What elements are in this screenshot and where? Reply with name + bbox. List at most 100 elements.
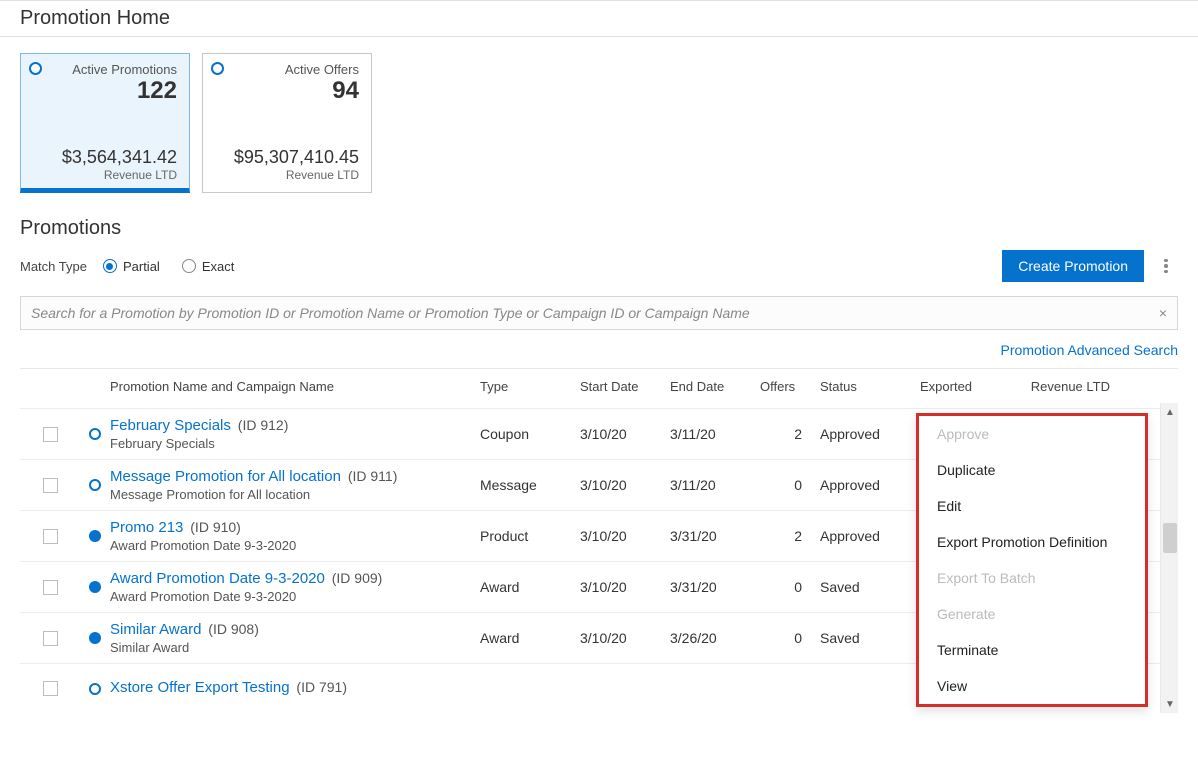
radio-label: Partial <box>123 259 160 274</box>
promotion-id: (ID 910) <box>186 519 240 535</box>
promotion-name-link[interactable]: Promo 213 <box>110 519 183 536</box>
create-promotion-button[interactable]: Create Promotion <box>1002 250 1144 282</box>
card-count: 94 <box>215 77 359 105</box>
col-revenue: Revenue LTD <box>1010 379 1110 394</box>
content-area: Active Promotions122$3,564,341.42Revenue… <box>0 37 1198 729</box>
campaign-name: Award Promotion Date 9-3-2020 <box>110 538 470 553</box>
menu-item-edit[interactable]: Edit <box>919 488 1145 524</box>
cell-offers: 2 <box>760 528 820 544</box>
promotion-name-link[interactable]: Similar Award <box>110 621 201 638</box>
cell-offers: 0 <box>760 579 820 595</box>
summary-card[interactable]: Active Offers94$95,307,410.45Revenue LTD <box>202 53 372 193</box>
status-bullet-icon <box>89 581 101 593</box>
search-placeholder: Search for a Promotion by Promotion ID o… <box>31 305 750 321</box>
status-bullet-icon <box>89 683 101 695</box>
cell-type: Award <box>480 579 580 595</box>
status-bullet-icon <box>89 530 101 542</box>
cell-start-date: 3/10/20 <box>580 579 670 595</box>
promotion-id: (ID 912) <box>234 417 288 433</box>
radio-icon <box>182 259 196 273</box>
vertical-scrollbar[interactable]: ▲ ▼ <box>1160 403 1178 713</box>
row-checkbox[interactable] <box>43 478 58 493</box>
page-actions-menu-icon[interactable] <box>1154 254 1178 278</box>
promotion-id: (ID 791) <box>293 679 347 695</box>
col-exported: Exported <box>920 379 1010 394</box>
promotion-name-link[interactable]: Message Promotion for All location <box>110 468 341 485</box>
promotion-id: (ID 909) <box>328 570 382 586</box>
promotion-name-link[interactable]: Xstore Offer Export Testing <box>110 679 290 696</box>
table-header: Promotion Name and Campaign Name Type St… <box>20 369 1178 408</box>
cell-status: Approved <box>820 528 920 544</box>
cell-start-date: 3/10/20 <box>580 477 670 493</box>
match-type-group: Match Type Partial Exact <box>20 259 234 274</box>
status-bullet-icon <box>89 479 101 491</box>
scroll-thumb[interactable] <box>1163 523 1177 553</box>
cell-offers: 0 <box>760 630 820 646</box>
cell-type: Award <box>480 630 580 646</box>
cell-offers: 2 <box>760 426 820 442</box>
section-title: Promotions <box>20 217 1178 240</box>
col-end: End Date <box>670 379 760 394</box>
cell-status: Approved <box>820 477 920 493</box>
col-type: Type <box>480 379 580 394</box>
scroll-down-icon[interactable]: ▼ <box>1161 695 1179 713</box>
card-revenue: $3,564,341.42 <box>33 147 177 168</box>
cell-end-date: 3/31/20 <box>670 528 760 544</box>
row-checkbox[interactable] <box>43 631 58 646</box>
cell-start-date: 3/10/20 <box>580 426 670 442</box>
card-revenue-label: Revenue LTD <box>33 168 177 182</box>
summary-cards: Active Promotions122$3,564,341.42Revenue… <box>20 53 1178 193</box>
summary-card[interactable]: Active Promotions122$3,564,341.42Revenue… <box>20 53 190 193</box>
row-checkbox[interactable] <box>43 529 58 544</box>
cell-status: Saved <box>820 579 920 595</box>
menu-item-export-to-batch: Export To Batch <box>919 560 1145 596</box>
advanced-search-row: Promotion Advanced Search <box>20 342 1178 358</box>
cell-end-date: 3/31/20 <box>670 579 760 595</box>
match-type-radio-partial[interactable]: Partial <box>103 259 160 274</box>
status-bullet-icon <box>89 632 101 644</box>
row-checkbox[interactable] <box>43 681 58 696</box>
controls-row: Match Type Partial Exact Create Promotion <box>20 250 1178 282</box>
right-controls: Create Promotion <box>1002 250 1178 282</box>
advanced-search-link[interactable]: Promotion Advanced Search <box>1001 342 1178 358</box>
match-type-radio-exact[interactable]: Exact <box>182 259 235 274</box>
page-header: Promotion Home <box>0 0 1198 37</box>
menu-item-approve: Approve <box>919 416 1145 452</box>
clear-search-icon[interactable]: × <box>1159 305 1167 321</box>
row-context-menu: ApproveDuplicateEditExport Promotion Def… <box>916 413 1148 707</box>
row-checkbox[interactable] <box>43 427 58 442</box>
promotion-id: (ID 911) <box>344 468 397 484</box>
cell-status: Saved <box>820 630 920 646</box>
menu-item-duplicate[interactable]: Duplicate <box>919 452 1145 488</box>
scroll-up-icon[interactable]: ▲ <box>1161 403 1179 421</box>
row-checkbox[interactable] <box>43 580 58 595</box>
promotions-table: Promotion Name and Campaign Name Type St… <box>20 368 1178 713</box>
match-type-label: Match Type <box>20 259 87 274</box>
col-status: Status <box>820 379 920 394</box>
menu-item-terminate[interactable]: Terminate <box>919 632 1145 668</box>
menu-item-view[interactable]: View <box>919 668 1145 704</box>
cell-type: Coupon <box>480 426 580 442</box>
search-input[interactable]: Search for a Promotion by Promotion ID o… <box>20 296 1178 330</box>
cell-status: Approved <box>820 426 920 442</box>
campaign-name: Award Promotion Date 9-3-2020 <box>110 589 470 604</box>
promotion-name-link[interactable]: Award Promotion Date 9-3-2020 <box>110 570 325 587</box>
cell-end-date: 3/11/20 <box>670 477 760 493</box>
page-title: Promotion Home <box>20 7 1178 30</box>
col-name: Promotion Name and Campaign Name <box>110 379 480 394</box>
card-label: Active Offers <box>215 62 359 77</box>
cell-start-date: 3/10/20 <box>580 528 670 544</box>
promotion-name-link[interactable]: February Specials <box>110 417 231 434</box>
cell-offers: 0 <box>760 477 820 493</box>
card-revenue: $95,307,410.45 <box>215 147 359 168</box>
menu-item-export-promotion-definition[interactable]: Export Promotion Definition <box>919 524 1145 560</box>
col-offers: Offers <box>760 379 820 394</box>
cell-type: Product <box>480 528 580 544</box>
promotion-id: (ID 908) <box>204 621 258 637</box>
card-count: 122 <box>33 77 177 105</box>
cell-end-date: 3/26/20 <box>670 630 760 646</box>
campaign-name: Message Promotion for All location <box>110 487 470 502</box>
status-bullet-icon <box>89 428 101 440</box>
card-bullet-icon <box>211 62 224 75</box>
col-start: Start Date <box>580 379 670 394</box>
